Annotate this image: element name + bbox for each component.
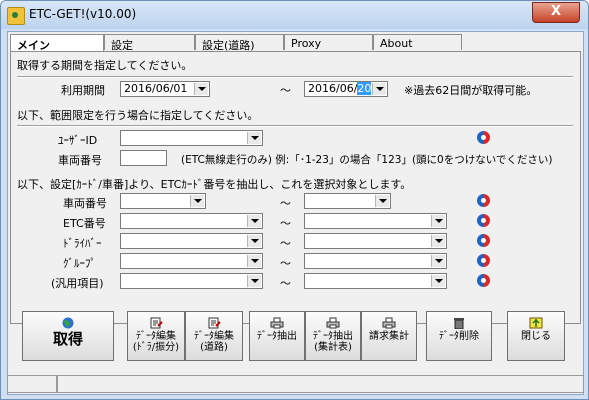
main-panel: 取得する期間を指定してください。 利用期間 2016/06/01 ～ 2016/… [10, 51, 581, 324]
chevron-down-icon[interactable] [372, 83, 386, 95]
get-button-label: 取得 [52, 330, 83, 348]
extract-summary-label-2: (集計表) [314, 342, 352, 353]
group-from-combo[interactable] [120, 253, 263, 269]
delete-button-label: ﾃﾞｰﾀ削除 [439, 331, 479, 342]
chevron-down-icon[interactable] [431, 255, 445, 267]
tab-proxy[interactable]: Proxy [284, 34, 373, 50]
chevron-down-icon[interactable] [375, 195, 389, 207]
billing-button-label: 請求集計 [369, 331, 409, 342]
printer-icon [382, 317, 396, 329]
app-icon [7, 7, 25, 25]
globe-icon [62, 317, 74, 329]
refresh-icon[interactable] [477, 254, 490, 267]
document-edit-icon [208, 317, 221, 329]
window-title: ETC-GET!(v10.00) [29, 7, 137, 21]
user-id-label: ﾕｰｻﾞｰID [58, 134, 98, 147]
period-label: 利用期間 [61, 84, 105, 97]
edit-driver-label-2: (ﾄﾞﾗ/振分) [132, 342, 180, 353]
period-tilde: ～ [280, 84, 291, 97]
edit-driver-label-1: ﾃﾞｰﾀ編集 [136, 331, 176, 342]
main-window: ETC-GET!(v10.00) X メイン 設定 設定(道路) Proxy A… [0, 0, 589, 400]
extract-summary-label-1: ﾃﾞｰﾀ抽出 [313, 331, 353, 342]
user-id-combo[interactable] [120, 130, 263, 146]
etc-to-combo[interactable] [304, 213, 447, 229]
chevron-down-icon[interactable] [190, 195, 204, 207]
extract-tilde: ～ [280, 197, 291, 210]
refresh-icon[interactable] [477, 214, 490, 227]
get-button[interactable]: 取得 [22, 311, 114, 361]
printer-icon [270, 317, 284, 329]
filter-heading: 以下、範囲限定を行う場合に指定してください。 [17, 109, 259, 122]
chevron-down-icon[interactable] [431, 275, 445, 287]
extract-tilde: ～ [280, 277, 291, 290]
vehicle-number-note: (ETC無線走行のみ) 例:「･1-23」の場合「123」(頭に0をつけないでく… [181, 154, 553, 166]
driver-to-combo[interactable] [304, 233, 447, 249]
extract-tilde: ～ [280, 257, 291, 270]
chevron-down-icon[interactable] [194, 83, 208, 95]
vehicle-number-input[interactable] [120, 150, 167, 166]
extract-button[interactable]: ﾃﾞｰﾀ抽出 [249, 311, 305, 361]
period-to-combo[interactable]: 2016/06/20 [304, 81, 388, 97]
delete-button[interactable]: ﾃﾞｰﾀ削除 [426, 311, 492, 361]
extract-row-label: ｸﾞﾙｰﾌﾟ [63, 257, 96, 270]
chevron-down-icon[interactable] [247, 235, 261, 247]
driver-from-combo[interactable] [120, 233, 263, 249]
chevron-down-icon[interactable] [431, 215, 445, 227]
edit-road-label-2: (道路) [200, 342, 228, 353]
divider [17, 125, 573, 127]
title-bar: ETC-GET!(v10.00) X [1, 1, 588, 29]
printer-icon [326, 317, 340, 329]
refresh-icon[interactable] [477, 131, 490, 144]
period-note: ※過去62日間が取得可能。 [404, 84, 538, 97]
refresh-icon[interactable] [477, 274, 490, 287]
edit-driver-button[interactable]: ﾃﾞｰﾀ編集 (ﾄﾞﾗ/振分) [127, 311, 185, 361]
exit-icon [529, 317, 543, 329]
extract-summary-button[interactable]: ﾃﾞｰﾀ抽出 (集計表) [305, 311, 361, 361]
etc-from-combo[interactable] [120, 213, 263, 229]
edit-road-button[interactable]: ﾃﾞｰﾀ編集 (道路) [185, 311, 243, 361]
custom-to-combo[interactable] [304, 273, 447, 289]
status-panel [7, 375, 57, 393]
chevron-down-icon[interactable] [247, 215, 261, 227]
vehicle-number-label: 車両番号 [58, 154, 102, 167]
refresh-icon[interactable] [477, 234, 490, 247]
tab-settings-road[interactable]: 設定(道路) [195, 34, 284, 52]
chevron-down-icon[interactable] [247, 132, 261, 144]
vehicle-from-combo[interactable] [120, 193, 206, 209]
chevron-down-icon[interactable] [431, 235, 445, 247]
document-edit-icon [150, 317, 163, 329]
extract-tilde: ～ [280, 217, 291, 230]
vehicle-to-combo[interactable] [304, 193, 391, 209]
status-bar [7, 375, 584, 393]
divider [17, 76, 573, 78]
extract-row-label: (汎用項目) [51, 277, 104, 290]
period-to-day-selected[interactable]: 20 [357, 82, 372, 95]
tab-settings[interactable]: 設定 [104, 34, 195, 52]
period-from-value: 2016/06/01 [124, 82, 188, 95]
chevron-down-icon[interactable] [247, 275, 261, 287]
period-to-prefix: 2016/06/ [308, 82, 358, 95]
extract-row-label: ﾄﾞﾗｲﾊﾞｰ [63, 237, 102, 250]
extract-row-label: 車両番号 [63, 197, 107, 210]
refresh-icon[interactable] [477, 194, 490, 207]
edit-road-label-1: ﾃﾞｰﾀ編集 [194, 331, 234, 342]
extract-tilde: ～ [280, 237, 291, 250]
period-from-combo[interactable]: 2016/06/01 [120, 81, 210, 97]
tab-about[interactable]: About [373, 34, 462, 50]
custom-from-combo[interactable] [120, 273, 263, 289]
tab-main[interactable]: メイン [10, 34, 104, 52]
group-to-combo[interactable] [304, 253, 447, 269]
close-window-button[interactable]: X [532, 2, 580, 23]
chevron-down-icon[interactable] [247, 255, 261, 267]
extract-row-label: ETC番号 [63, 217, 106, 230]
trash-icon [454, 318, 464, 329]
close-button-label: 閉じる [521, 331, 551, 342]
extract-heading: 以下、設定[ｶｰﾄﾞ/車番]より、ETCｶｰﾄﾞ番号を抽出し、これを選択対象とし… [17, 178, 412, 191]
status-panel [57, 375, 584, 393]
close-button[interactable]: 閉じる [507, 311, 565, 361]
billing-button[interactable]: 請求集計 [361, 311, 417, 361]
client-area: メイン 設定 設定(道路) Proxy About 取得する期間を指定してくださ… [7, 31, 584, 395]
period-heading: 取得する期間を指定してください。 [17, 59, 193, 72]
extract-button-label: ﾃﾞｰﾀ抽出 [257, 331, 297, 342]
